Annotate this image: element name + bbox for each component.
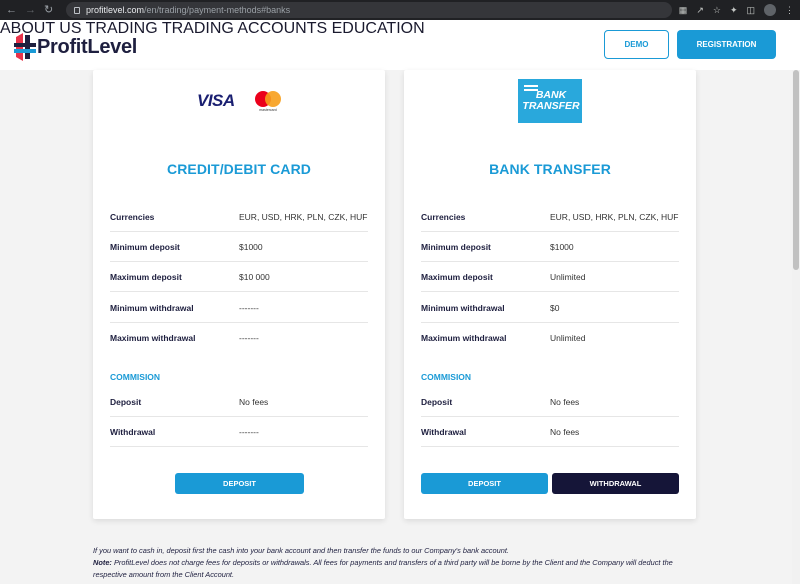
- profile-avatar[interactable]: [764, 4, 776, 16]
- back-icon[interactable]: ←: [6, 0, 17, 20]
- commission-heading: COMMISION: [421, 372, 472, 382]
- row-value: -------: [239, 426, 259, 437]
- row-label: Minimum withdrawal: [110, 302, 194, 313]
- sidebar-icon[interactable]: ◫: [746, 5, 755, 16]
- payment-notes: If you want to cash in, deposit first th…: [93, 545, 703, 581]
- row-value: -------: [239, 302, 259, 313]
- commission-row-deposit: Deposit No fees: [421, 387, 679, 417]
- registration-button[interactable]: REGISTRATION: [677, 30, 776, 59]
- row-label: Currencies: [421, 211, 466, 222]
- commission-row-withdrawal: Withdrawal No fees: [421, 417, 679, 447]
- info-row-maximum-deposit: Maximum deposit Unlimited: [421, 262, 679, 292]
- info-row-currencies: Currencies EUR, USD, HRK, PLN, CZK, HUF: [110, 202, 368, 232]
- commission-heading: COMMISION: [110, 372, 161, 382]
- row-value: -------: [239, 333, 259, 343]
- row-value: EUR, USD, HRK, PLN, CZK, HUF: [550, 211, 679, 222]
- row-value: No fees: [550, 396, 580, 407]
- star-icon[interactable]: ☆: [713, 5, 721, 16]
- row-value: $10 000: [239, 271, 270, 282]
- visa-logo: VISA: [197, 91, 235, 110]
- browser-nav: ← → ↻: [0, 0, 53, 20]
- row-label: Minimum deposit: [110, 241, 180, 252]
- row-label: Currencies: [110, 211, 155, 222]
- mastercard-logo: mastercard: [253, 90, 283, 112]
- logo-text: ProfitLevel: [37, 35, 138, 58]
- brand-logo[interactable]: ProfitLevel: [14, 33, 137, 61]
- fees-note: Note: ProfitLevel does not charge fees f…: [93, 557, 703, 581]
- nav-education[interactable]: EDUCATION: [332, 20, 425, 37]
- browser-tools: ▦ ↗ ☆ ✦ ◫ ⋮: [679, 0, 794, 20]
- forward-icon[interactable]: →: [25, 0, 36, 20]
- mastercard-logo-text: mastercard: [259, 108, 277, 112]
- info-row-minimum-deposit: Minimum deposit $1000: [421, 232, 679, 262]
- cash-in-note: If you want to cash in, deposit first th…: [93, 546, 509, 555]
- info-row-minimum-deposit: Minimum deposit $1000: [110, 232, 368, 262]
- withdrawal-button[interactable]: WITHDRAWAL: [552, 473, 679, 494]
- row-label: Maximum deposit: [110, 271, 182, 282]
- deposit-button[interactable]: DEPOSIT: [175, 473, 304, 494]
- bank-transfer-logo: BANK TRANSFER: [518, 79, 582, 123]
- info-row-minimum-withdrawal: Minimum withdrawal $0: [421, 293, 679, 323]
- info-row-minimum-withdrawal: Minimum withdrawal -------: [110, 293, 368, 323]
- row-value: Unlimited: [550, 333, 586, 343]
- url-text: profitlevel.com/en/trading/payment-metho…: [86, 5, 290, 15]
- row-value: $1000: [550, 241, 574, 252]
- commission-row-withdrawal: Withdrawal -------: [110, 417, 368, 447]
- card-title: CREDIT/DEBIT CARD: [166, 161, 312, 177]
- address-bar[interactable]: profitlevel.com/en/trading/payment-metho…: [66, 2, 672, 18]
- menu-icon[interactable]: ⋮: [785, 5, 794, 16]
- row-value: No fees: [239, 396, 269, 407]
- info-row-maximum-withdrawal: Maximum withdrawal Unlimited: [421, 323, 679, 353]
- browser-toolbar: ← → ↻ profitlevel.com/en/trading/payment…: [0, 0, 800, 20]
- row-label: Maximum withdrawal: [421, 333, 507, 343]
- reload-icon[interactable]: ↻: [44, 0, 53, 20]
- commission-row-deposit: Deposit No fees: [110, 387, 368, 417]
- site-header: ProfitLevel ABOUT US TRADING TRADING ACC…: [0, 20, 800, 70]
- row-label: Maximum withdrawal: [110, 333, 196, 343]
- row-value: EUR, USD, HRK, PLN, CZK, HUF: [239, 211, 368, 222]
- row-label: Minimum withdrawal: [421, 302, 505, 313]
- payment-card-bank-transfer: BANK TRANSFER BANK TRANSFER Currencies E…: [404, 70, 696, 519]
- card-title: BANK TRANSFER: [489, 161, 611, 177]
- info-row-currencies: Currencies EUR, USD, HRK, PLN, CZK, HUF: [421, 202, 679, 232]
- nav-trading-accounts[interactable]: TRADING ACCOUNTS: [162, 20, 327, 37]
- row-value: No fees: [550, 426, 580, 437]
- url-host: profitlevel.com: [86, 5, 145, 15]
- page-scrollbar[interactable]: [792, 70, 800, 584]
- row-value: $0: [550, 302, 560, 313]
- translate-icon[interactable]: ▦: [679, 5, 688, 16]
- row-label: Deposit: [421, 396, 453, 407]
- row-label: Withdrawal: [421, 426, 467, 437]
- url-path: /en/trading/payment-methods#banks: [144, 5, 291, 15]
- row-label: Deposit: [110, 396, 142, 407]
- info-row-maximum-deposit: Maximum deposit $10 000: [110, 262, 368, 292]
- extensions-icon[interactable]: ✦: [730, 5, 738, 16]
- info-row-maximum-withdrawal: Maximum withdrawal -------: [110, 323, 368, 353]
- row-value: $1000: [239, 241, 263, 252]
- bank-logo-text: BANK TRANSFER: [522, 89, 580, 112]
- payment-card-credit-debit: VISA mastercard CREDIT/DEBIT CARD Curren…: [93, 70, 385, 519]
- share-icon[interactable]: ↗: [696, 5, 704, 16]
- lock-icon: [74, 6, 80, 14]
- logo-mark-icon: [14, 33, 36, 61]
- row-label: Maximum deposit: [421, 271, 493, 282]
- row-value: Unlimited: [550, 271, 586, 282]
- scrollbar-thumb[interactable]: [793, 70, 799, 270]
- deposit-button[interactable]: DEPOSIT: [421, 473, 548, 494]
- row-label: Withdrawal: [110, 426, 156, 437]
- note-label: Note:: [93, 558, 112, 567]
- demo-button[interactable]: DEMO: [604, 30, 669, 59]
- note-text: ProfitLevel does not charge fees for dep…: [93, 558, 673, 579]
- row-label: Minimum deposit: [421, 241, 491, 252]
